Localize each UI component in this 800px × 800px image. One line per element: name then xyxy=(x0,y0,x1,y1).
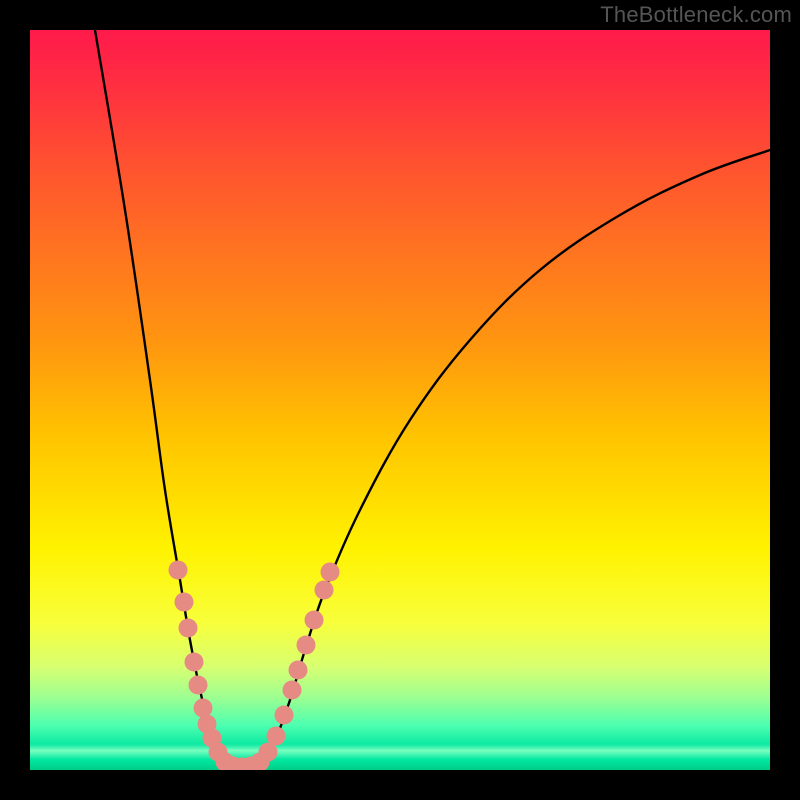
data-marker xyxy=(194,699,213,718)
data-marker xyxy=(275,706,294,725)
data-marker xyxy=(267,727,286,746)
curve-layer xyxy=(30,30,770,770)
data-marker xyxy=(185,653,204,672)
plot-area xyxy=(30,30,770,770)
data-marker xyxy=(305,611,324,630)
data-marker xyxy=(315,581,334,600)
data-marker xyxy=(289,661,308,680)
watermark-text: TheBottleneck.com xyxy=(600,2,792,28)
data-marker xyxy=(179,619,198,638)
data-marker xyxy=(283,681,302,700)
data-marker xyxy=(169,561,188,580)
chart-frame: TheBottleneck.com xyxy=(0,0,800,800)
data-marker xyxy=(175,593,194,612)
data-marker xyxy=(321,563,340,582)
marker-group xyxy=(169,561,340,771)
data-marker xyxy=(189,676,208,695)
data-marker xyxy=(297,636,316,655)
